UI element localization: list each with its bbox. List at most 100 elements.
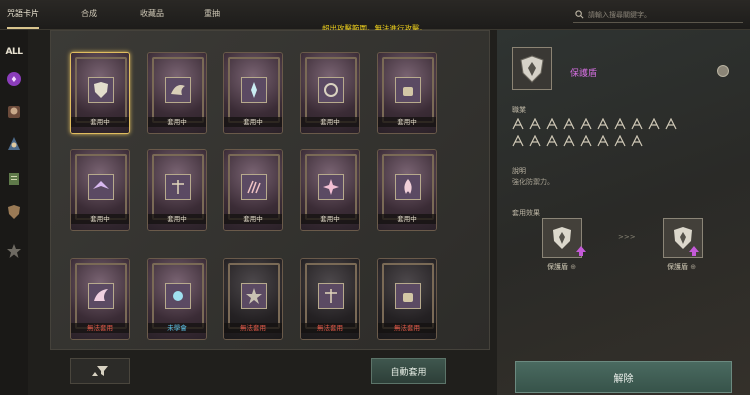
filter-button[interactable]: [70, 358, 130, 384]
category-wizard[interactable]: [5, 135, 23, 153]
spell-card[interactable]: 無法套用: [223, 258, 283, 340]
spell-card[interactable]: 套用中: [300, 52, 360, 134]
category-scroll[interactable]: [5, 170, 23, 188]
class-icon: [580, 118, 592, 130]
scroll-icon: [9, 173, 19, 185]
spell-card[interactable]: 套用中: [377, 52, 437, 134]
tab-spell-cards[interactable]: 咒語卡片: [7, 8, 39, 19]
shield-icon: [553, 227, 571, 249]
class-icon-glyph: [580, 118, 592, 130]
card-status: 套用中: [71, 117, 129, 127]
category-shield[interactable]: [5, 203, 23, 221]
card-status: 套用中: [71, 214, 129, 224]
shield-icon: [8, 205, 20, 219]
spell-card[interactable]: 套用中: [147, 52, 207, 134]
purple-rune-icon: ♦: [7, 72, 21, 86]
class-icon: [529, 118, 541, 130]
card-status: 無法套用: [301, 323, 359, 333]
tab-synthesis[interactable]: 合成: [81, 8, 97, 19]
spell-card[interactable]: 套用中: [223, 149, 283, 231]
orb-icon: [173, 291, 183, 301]
upgrade-arrow-icon: [576, 246, 586, 256]
active-tab-indicator: [7, 27, 39, 29]
class-icon: [512, 118, 524, 130]
tab-collection[interactable]: 收藏品: [140, 8, 164, 19]
class-icon: [529, 135, 541, 147]
spell-card[interactable]: 未學會: [147, 258, 207, 340]
class-icon-glyph: [529, 135, 541, 147]
zoom-icon[interactable]: ⊕: [570, 263, 576, 271]
card-emblem: [165, 77, 191, 103]
class-icon: [546, 118, 558, 130]
release-button[interactable]: 解除: [515, 361, 732, 393]
spell-card-screen: 咒語卡片 合成 收藏品 重抽 請輸入搜尋關鍵字。 超出攻擊範圍。無法進行攻擊。 …: [0, 0, 750, 395]
class-icon-glyph: [631, 118, 643, 130]
category-skull[interactable]: [5, 103, 23, 121]
search-input[interactable]: 請輸入搜尋關鍵字。: [573, 8, 743, 23]
card-emblem: [318, 283, 344, 309]
spell-card[interactable]: 套用中: [300, 149, 360, 231]
card-emblem: [88, 283, 114, 309]
class-icon: [546, 135, 558, 147]
class-icon: [665, 118, 677, 130]
auto-apply-button[interactable]: 自動套用: [371, 358, 446, 384]
spell-card[interactable]: 套用中: [223, 52, 283, 134]
star-icon: [7, 244, 21, 258]
dragon-icon: [171, 85, 185, 95]
burst-icon: [323, 179, 339, 195]
shield-icon: [520, 54, 544, 83]
card-emblem: [395, 174, 421, 200]
class-icon: [631, 135, 643, 147]
spell-card[interactable]: 無法套用: [377, 258, 437, 340]
currency-icon: [717, 65, 729, 77]
spell-card[interactable]: 套用中: [377, 149, 437, 231]
card-emblem: [165, 283, 191, 309]
bird-icon: [93, 181, 109, 189]
tab-reroll[interactable]: 重抽: [204, 8, 220, 19]
card-status: 套用中: [224, 214, 282, 224]
shield-icon: [94, 82, 108, 98]
card-emblem: [241, 283, 267, 309]
class-icon: [614, 118, 626, 130]
card-status: 套用中: [224, 117, 282, 127]
ice-icon: [251, 82, 257, 98]
category-all[interactable]: ALL: [5, 43, 23, 61]
upgrade-arrow-icon: [689, 246, 699, 256]
card-title: 保護盾: [570, 69, 598, 79]
class-icon-glyph: [563, 118, 575, 130]
skull-icon: [8, 106, 20, 118]
spell-card[interactable]: 套用中: [70, 52, 130, 134]
spell-card[interactable]: 無法套用: [300, 258, 360, 340]
card-emblem: [318, 77, 344, 103]
card-status: 套用中: [148, 214, 206, 224]
effect-label: 套用效果: [512, 209, 540, 217]
class-icon-glyph: [529, 118, 541, 130]
spell-card[interactable]: 套用中: [70, 149, 130, 231]
card-status: 套用中: [148, 117, 206, 127]
class-icon-glyph: [631, 135, 643, 147]
selected-card-icon: [512, 47, 552, 90]
class-icon: [631, 118, 643, 130]
category-rail: ALL ♦: [0, 30, 28, 395]
zoom-icon[interactable]: ⊕: [690, 263, 696, 271]
category-purple-rune[interactable]: ♦: [5, 70, 23, 88]
card-status: 無法套用: [224, 323, 282, 333]
class-icon-glyph: [597, 135, 609, 147]
class-icon: [563, 118, 575, 130]
transition-arrows: >>>: [618, 233, 636, 241]
class-icon-glyph: [614, 118, 626, 130]
category-star[interactable]: [5, 242, 23, 260]
class-icon: [597, 118, 609, 130]
effect-from-name: 保護盾: [547, 263, 568, 271]
card-status: 套用中: [301, 117, 359, 127]
spell-card[interactable]: 套用中: [147, 149, 207, 231]
class-icon-glyph: [512, 118, 524, 130]
detail-panel: 保護盾 職業 說明 強化防禦力。 套用效果 保護盾 ⊕ >>> 保護盾 ⊕: [497, 30, 750, 395]
spell-card[interactable]: 無法套用: [70, 258, 130, 340]
class-icon-glyph: [665, 118, 677, 130]
search-icon: [575, 10, 584, 19]
class-icon-glyph: [614, 135, 626, 147]
scales-icon: [172, 180, 184, 194]
card-emblem: [318, 174, 344, 200]
wing-icon: [94, 289, 108, 301]
